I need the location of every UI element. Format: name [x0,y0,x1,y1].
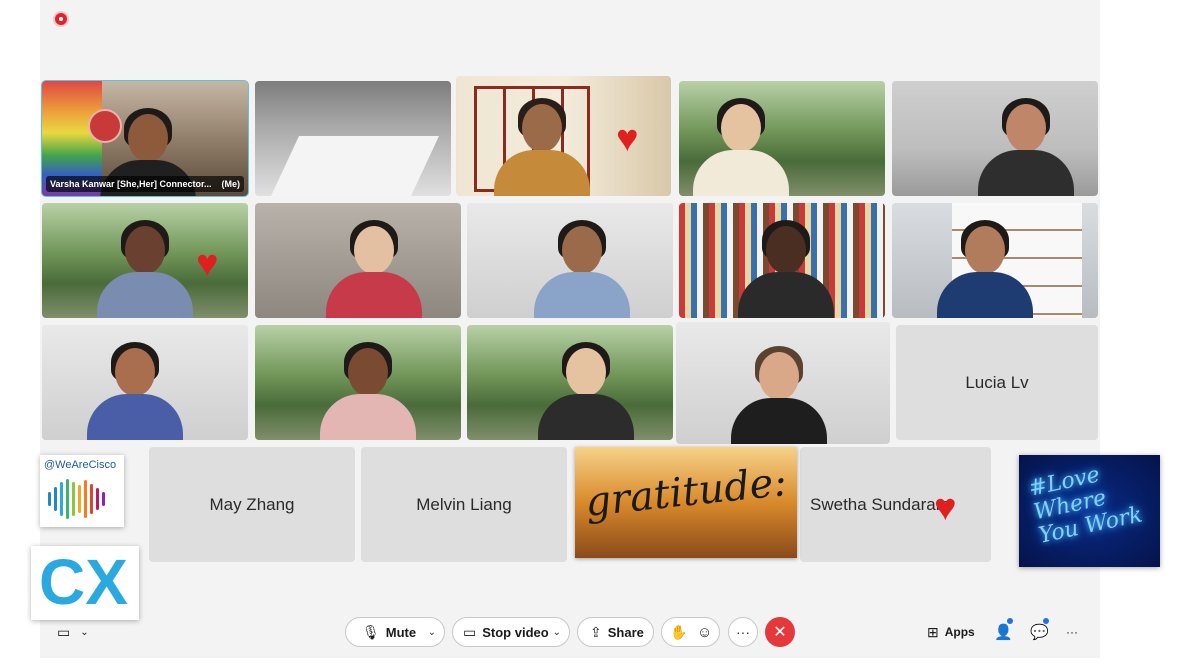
participant-name: Lucia Lv [965,372,1029,392]
video-tile[interactable] [892,81,1098,196]
participant-figure [494,94,590,196]
participant-figure [692,94,789,196]
chat-button[interactable]: 💬 [1030,618,1049,643]
more-icon: ··· [736,624,750,640]
recording-indicator-icon [55,13,67,25]
share-label: Share [607,624,644,640]
apps-grid-icon: ⊞ [927,623,939,640]
more-options-button[interactable]: ··· [728,617,758,647]
video-tile-avatar[interactable]: Lucia Lv [896,325,1098,440]
participant-figure [538,338,635,440]
mute-label: Mute [385,624,417,640]
cx-logo-sticker: CX [31,546,139,620]
video-tile[interactable] [467,203,673,318]
gratitude-text: gratitude: [583,458,789,526]
reactions-group: ✋ ☺ [661,617,720,647]
video-tile[interactable] [255,81,451,196]
leave-meeting-button[interactable]: ✕ [765,617,795,647]
participant-figure [97,216,193,318]
video-tile-self[interactable]: Varsha Kanwar [She,Her] Connector... (Me… [41,80,249,197]
participant-figure [326,216,423,318]
participants-badge [1007,618,1013,624]
we-are-cisco-handle: @WeAreCisco [44,459,117,471]
smiley-icon[interactable]: ☺ [697,624,712,641]
participant-figure [534,216,631,318]
participant-figure [977,94,1074,196]
video-tile[interactable] [679,81,885,196]
video-tile[interactable] [892,203,1098,318]
apps-button[interactable]: ⊞ Apps [927,621,975,643]
participant-figure [936,216,1033,318]
conference-table [271,136,439,196]
video-tile-avatar[interactable]: May Zhang [149,447,355,562]
video-tile[interactable] [255,325,461,440]
cx-logo-text: CX [39,546,128,618]
participant-name: May Zhang [209,494,295,514]
video-tile-avatar[interactable]: Melvin Liang [361,447,567,562]
apps-label: Apps [944,625,975,639]
neon-text: #Love Where You Work [1026,462,1145,550]
name-tag: Varsha Kanwar [She,Her] Connector... (Me… [46,176,244,192]
participant-figure [738,216,835,318]
chat-icon: 💬 [1030,624,1049,641]
video-tile[interactable] [42,325,248,440]
participants-button[interactable]: 👤 [994,618,1013,643]
heart-sign-prop [88,109,122,143]
chevron-down-icon[interactable]: ⌄ [553,627,561,638]
video-tile[interactable]: ♥ [456,76,671,196]
captions-toggle[interactable]: ▭ ⌄ [57,621,89,643]
participant-figure [730,342,827,444]
video-tile-avatar[interactable]: Swetha Sundarara ♥ [800,447,991,562]
microphone-icon: 🎙 [362,623,380,640]
captions-icon: ▭ [57,623,71,640]
cisco-bars-logo-icon [48,477,118,521]
close-icon: ✕ [773,624,787,641]
me-label: (Me) [221,179,241,189]
heart-reaction-icon: ♥ [934,487,957,529]
stop-video-button[interactable]: ▭ Stop video ⌄ [452,617,570,647]
stop-video-label: Stop video [482,624,549,640]
share-screen-icon: ⇪ [590,623,602,640]
video-tile[interactable] [676,322,890,444]
heart-reaction-icon: ♥ [196,243,219,285]
meeting-controls-bar: ▭ ⌄ 🎙 Mute ⌄ ▭ Stop video ⌄ ⇪ Share ✋ ☺ … [0,610,1200,656]
participants-icon: 👤 [994,624,1013,641]
video-tile[interactable] [679,203,885,318]
participant-name: Melvin Liang [416,494,512,514]
chevron-down-icon[interactable]: ⌄ [428,627,436,638]
participant-name: Swetha Sundarara [810,494,951,514]
more-icon: ··· [1066,625,1078,639]
neon-love-where-you-work-sticker: #Love Where You Work [1019,455,1160,567]
participant-figure [320,338,417,440]
video-tile[interactable]: ♥ [42,203,248,318]
mute-button[interactable]: 🎙 Mute ⌄ [345,617,445,647]
we-are-cisco-sticker: @WeAreCisco [40,455,124,527]
video-camera-icon: ▭ [463,623,477,640]
more-panel-options-button[interactable]: ··· [1066,621,1078,643]
raise-hand-icon[interactable]: ✋ [670,624,687,641]
video-tile[interactable] [255,203,461,318]
chat-badge [1043,618,1049,624]
heart-reaction-icon: ♥ [616,118,639,160]
chevron-down-icon: ⌄ [80,626,89,638]
participant-name: Varsha Kanwar [She,Her] Connector... [50,179,212,189]
video-tile[interactable] [467,325,673,440]
participant-figure [86,338,183,440]
gratitude-sticker: gratitude: [575,447,797,558]
share-button[interactable]: ⇪ Share [577,617,654,647]
